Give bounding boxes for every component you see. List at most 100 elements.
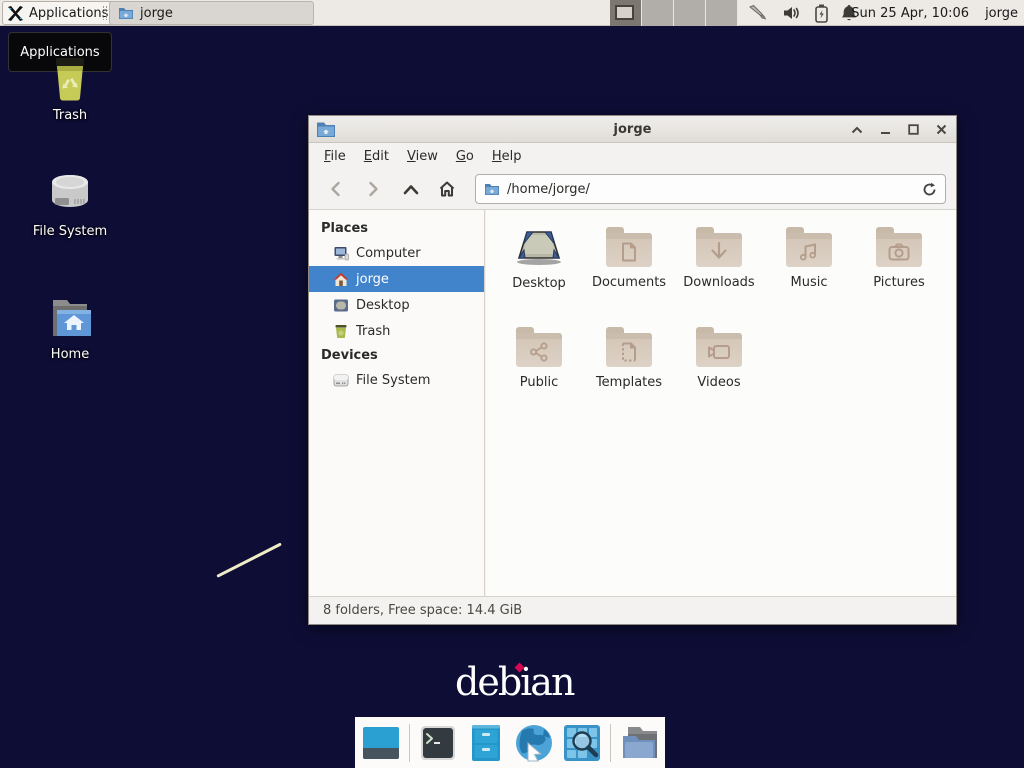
clock[interactable]: Sun 25 Apr, 10:06 [851,6,969,21]
file-item-desktop[interactable]: Desktop [494,220,584,320]
sidebar-item-label: File System [356,373,430,388]
panel-clock-area: Sun 25 Apr, 10:06 jorge [851,0,1018,26]
toolbar: /home/jorge/ [309,169,956,210]
sidebar-item-file-system[interactable]: File System [309,367,484,393]
trash-icon [44,52,96,102]
folder-icon [876,233,922,267]
menubar: File Edit View Go Help [309,143,956,169]
system-tray [748,0,857,26]
file-item-label: Music [791,275,828,290]
shade-button[interactable] [850,123,864,137]
desktop-icon-home[interactable]: Home [22,295,118,362]
directory-menu-launcher[interactable] [619,721,659,765]
minimize-button[interactable] [878,123,892,137]
computer-icon [333,246,349,261]
menu-edit[interactable]: Edit [355,146,398,167]
clipman-pen-icon[interactable] [748,3,770,23]
taskbar-window-button[interactable]: jorge [109,1,314,25]
dock-separator [610,724,611,762]
folder-icon [118,6,134,20]
desktop-icon-label: File System [33,224,107,239]
drive-icon [44,170,96,218]
sidebar-item-label: Computer [356,246,421,261]
desktop-item-icon [511,220,567,268]
file-item-label: Downloads [683,275,754,290]
workspace-2[interactable] [642,0,674,26]
forward-button[interactable] [359,175,387,203]
home-icon [333,272,349,287]
application-finder-launcher[interactable] [562,721,602,765]
back-button[interactable] [321,175,349,203]
file-item-public[interactable]: Public [494,320,584,420]
up-button[interactable] [397,175,425,203]
folder-icon [696,233,742,267]
file-list-view[interactable]: Desktop Documents Downloads [486,210,956,596]
statusbar-text: 8 folders, Free space: 14.4 GiB [323,603,522,618]
folder-icon [606,333,652,367]
file-item-videos[interactable]: Videos [674,320,764,420]
file-manager-window: jorge File Edit View Go Help [308,115,957,625]
home-button[interactable] [433,175,461,203]
terminal-icon [420,725,456,761]
applications-menu-label: Applications [29,6,108,21]
file-item-label: Pictures [873,275,924,290]
file-item-templates[interactable]: Templates [584,320,674,420]
desktop-icon [333,298,349,313]
workspace-1[interactable] [610,0,642,26]
panel-handle [103,6,107,20]
statusbar: 8 folders, Free space: 14.4 GiB [309,596,956,624]
location-folder-icon [484,182,500,196]
volume-icon[interactable] [783,5,802,21]
desktop-icon-filesystem[interactable]: File System [22,170,118,239]
sidebar-item-jorge[interactable]: jorge [309,266,484,292]
file-item-documents[interactable]: Documents [584,220,674,320]
xfce-logo-icon [7,5,24,22]
drive-small-icon [333,374,349,387]
window-folder-icon [316,120,336,138]
directory-folder-icon [620,726,658,760]
web-browser-launcher[interactable] [514,721,554,765]
session-username[interactable]: jorge [985,6,1018,21]
sidebar-item-computer[interactable]: Computer [309,240,484,266]
workspace-switcher[interactable] [610,0,738,26]
sidebar-item-trash[interactable]: Trash [309,318,484,344]
folder-icon [516,333,562,367]
file-item-label: Templates [596,375,662,390]
desktop-icon-label: Home [51,347,89,362]
workspace-3[interactable] [674,0,706,26]
web-browser-globe-icon [514,723,554,763]
reload-icon[interactable] [922,182,937,197]
close-button[interactable] [934,123,948,137]
menu-view[interactable]: View [398,146,447,167]
file-item-pictures[interactable]: Pictures [854,220,944,320]
maximize-button[interactable] [906,123,920,137]
menu-go[interactable]: Go [447,146,483,167]
window-titlebar[interactable]: jorge [309,116,956,143]
taskbar-window-label: jorge [140,6,173,21]
file-manager-launcher[interactable] [466,721,506,765]
desktop-icon-label: Trash [53,108,87,123]
desktop: Applications jorge [0,0,1024,768]
workspace-4[interactable] [706,0,738,26]
location-path[interactable]: /home/jorge/ [507,182,915,197]
folder-icon [606,233,652,267]
dock-separator [409,724,410,762]
battery-icon[interactable] [815,4,828,23]
menu-file[interactable]: File [315,146,355,167]
terminal-launcher[interactable] [418,721,458,765]
file-item-label: Public [520,375,558,390]
desktop-icon-trash[interactable]: Trash [22,52,118,123]
file-item-downloads[interactable]: Downloads [674,220,764,320]
menu-help[interactable]: Help [483,146,531,167]
top-panel: Applications jorge [0,0,1024,26]
folder-grid: Desktop Documents Downloads [494,220,954,420]
location-bar[interactable]: /home/jorge/ [475,174,946,204]
window-controls [850,116,948,143]
file-item-music[interactable]: Music [764,220,854,320]
applications-menu-button[interactable]: Applications [2,1,117,25]
show-desktop-button[interactable] [361,721,401,765]
app-finder-icon [563,724,601,762]
show-desktop-icon [362,726,400,760]
sidebar-item-desktop[interactable]: Desktop [309,292,484,318]
sidebar-places-header: Places [309,217,484,240]
